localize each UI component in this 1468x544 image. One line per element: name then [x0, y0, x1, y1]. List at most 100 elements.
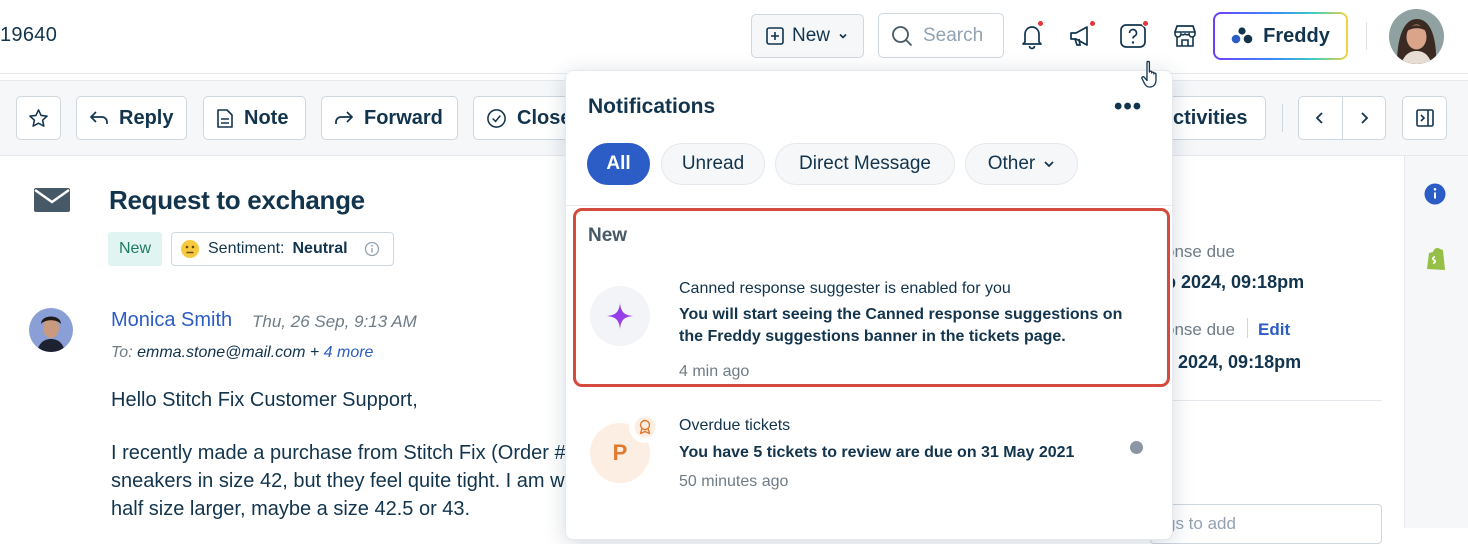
overdue-badge: [629, 411, 661, 443]
freddy-sparkle-icon: [590, 286, 650, 346]
plus-square-icon: [766, 27, 784, 45]
help-badge: [1142, 20, 1149, 27]
previous-ticket-button[interactable]: [1299, 97, 1343, 139]
ticket-subject: Request to exchange: [109, 185, 365, 215]
ticket-pager: [1298, 96, 1386, 140]
note-button[interactable]: Note: [203, 96, 306, 140]
chevron-down-icon: [839, 33, 847, 39]
forward-label: Forward: [364, 106, 443, 129]
first-response-due-value: p 2024, 09:18pm: [1165, 272, 1305, 292]
header-divider: [1366, 22, 1367, 50]
notification-title: Canned response suggester is enabled for…: [679, 280, 1011, 297]
notification-badge: [1037, 20, 1044, 27]
next-ticket-button[interactable]: [1343, 97, 1386, 139]
search-placeholder: Search: [923, 24, 984, 46]
message-line: sneakers in size 42, but they feel quite…: [111, 470, 565, 492]
search-icon: [892, 25, 913, 46]
notification-title: Overdue tickets: [679, 417, 791, 434]
message-line: half size larger, maybe a size 42.5 or 4…: [111, 498, 471, 520]
notification-body-line: You will start seeing the Canned respons…: [679, 306, 1123, 323]
chevron-down-icon: [1044, 161, 1054, 168]
toolbar-divider: [1282, 104, 1283, 132]
due-divider: [1247, 318, 1248, 338]
filter-direct-message[interactable]: Direct Message: [775, 143, 955, 185]
ticket-count: 5: [753, 444, 763, 461]
message-timestamp: Thu, 26 Sep, 9:13 AM: [252, 312, 417, 331]
filter-unread[interactable]: Unread: [661, 143, 765, 185]
notification-body-line: the Freddy suggestions banner in the tic…: [679, 328, 1066, 345]
to-label: To:: [111, 344, 133, 361]
hand-pointer-cursor: [1140, 60, 1164, 95]
notification-body: You have 5 tickets to review are due on …: [679, 442, 1074, 464]
freddy-button[interactable]: Freddy: [1213, 12, 1348, 60]
sender-avatar: [29, 308, 73, 352]
chevron-left-icon: [1315, 112, 1323, 124]
notification-body-suffix: tickets to review are due on 31 May 2021: [762, 444, 1075, 461]
edit-due-link[interactable]: Edit: [1258, 320, 1290, 340]
notifications-title: Notifications: [588, 95, 716, 118]
sentiment-value: Neutral: [292, 240, 348, 257]
reply-button[interactable]: Reply: [76, 96, 187, 140]
help-button[interactable]: [1118, 20, 1149, 52]
filter-all[interactable]: All: [587, 143, 650, 185]
info-icon: [1424, 183, 1446, 205]
unread-indicator[interactable]: [1130, 441, 1143, 454]
info-outline-icon[interactable]: [364, 241, 380, 257]
reply-label: Reply: [119, 106, 174, 129]
ticket-id: 19640: [0, 24, 58, 46]
filters-divider: [566, 205, 1172, 206]
section-new-heading: New: [588, 225, 628, 246]
status-badge: New: [108, 232, 162, 266]
freddy-logo-icon: [1231, 27, 1253, 44]
sidebar-toggle-icon: [1416, 109, 1434, 127]
notification-time: 4 min ago: [679, 363, 750, 380]
ticket-info-button[interactable]: [1424, 183, 1446, 210]
notifications-panel: Notifications ••• All Unread Direct Mess…: [565, 70, 1173, 540]
sentiment-badge: Sentiment: Neutral: [171, 232, 394, 266]
first-response-due-label: onse due: [1165, 242, 1235, 261]
tags-placeholder: gs to add: [1166, 514, 1236, 533]
shopify-app-button[interactable]: [1425, 247, 1447, 277]
note-icon: [217, 108, 233, 128]
store-icon: [1174, 25, 1196, 47]
notification-body-prefix: You have: [679, 444, 754, 461]
filter-other-label: Other: [987, 153, 1036, 174]
more-recipients-link[interactable]: 4 more: [324, 344, 374, 361]
freddy-label: Freddy: [1263, 24, 1330, 47]
message-line: I recently made a purchase from Stitch F…: [111, 442, 566, 464]
recipients-line: To: emma.stone@mail.com + 4 more: [111, 344, 373, 362]
toggle-sidebar-button[interactable]: [1402, 96, 1447, 140]
more-options-button[interactable]: •••: [1114, 93, 1142, 121]
search-input[interactable]: Search: [878, 13, 1004, 58]
resolution-due-value: 2024, 09:18pm: [1178, 352, 1302, 372]
check-circle-icon: [487, 108, 506, 128]
filter-other[interactable]: Other: [965, 143, 1078, 185]
notifications-bell-button[interactable]: [1017, 20, 1047, 52]
message-line: Hello Stitch Fix Customer Support,: [111, 389, 418, 411]
top-header: 19640 New Search Freddy: [0, 0, 1468, 74]
neutral-face-icon: [181, 240, 199, 258]
new-button-label: New: [792, 25, 831, 46]
activities-label: ctivities: [1173, 106, 1248, 129]
reply-icon: [89, 111, 108, 124]
marketplace-button[interactable]: [1170, 20, 1200, 52]
star-icon: [29, 108, 48, 127]
apps-rail: [1404, 156, 1468, 528]
announcements-button[interactable]: [1067, 20, 1097, 52]
notification-time: 50 minutes ago: [679, 473, 789, 490]
tags-input[interactable]: gs to add: [1150, 504, 1382, 544]
award-icon: [634, 416, 656, 438]
note-label: Note: [244, 106, 289, 129]
resolution-due-label: onse due: [1165, 320, 1235, 339]
user-avatar[interactable]: [1389, 9, 1444, 64]
new-button[interactable]: New: [751, 14, 864, 58]
forward-button[interactable]: Forward: [321, 96, 458, 140]
sender-name[interactable]: Monica Smith: [111, 309, 232, 332]
star-button[interactable]: [16, 96, 61, 140]
properties-divider: [1173, 400, 1382, 401]
sentiment-label: Sentiment:: [208, 240, 285, 257]
close-label: Close: [517, 106, 572, 129]
to-email: emma.stone@mail.com +: [137, 344, 320, 361]
chevron-right-icon: [1361, 112, 1369, 124]
forward-icon: [335, 111, 354, 124]
